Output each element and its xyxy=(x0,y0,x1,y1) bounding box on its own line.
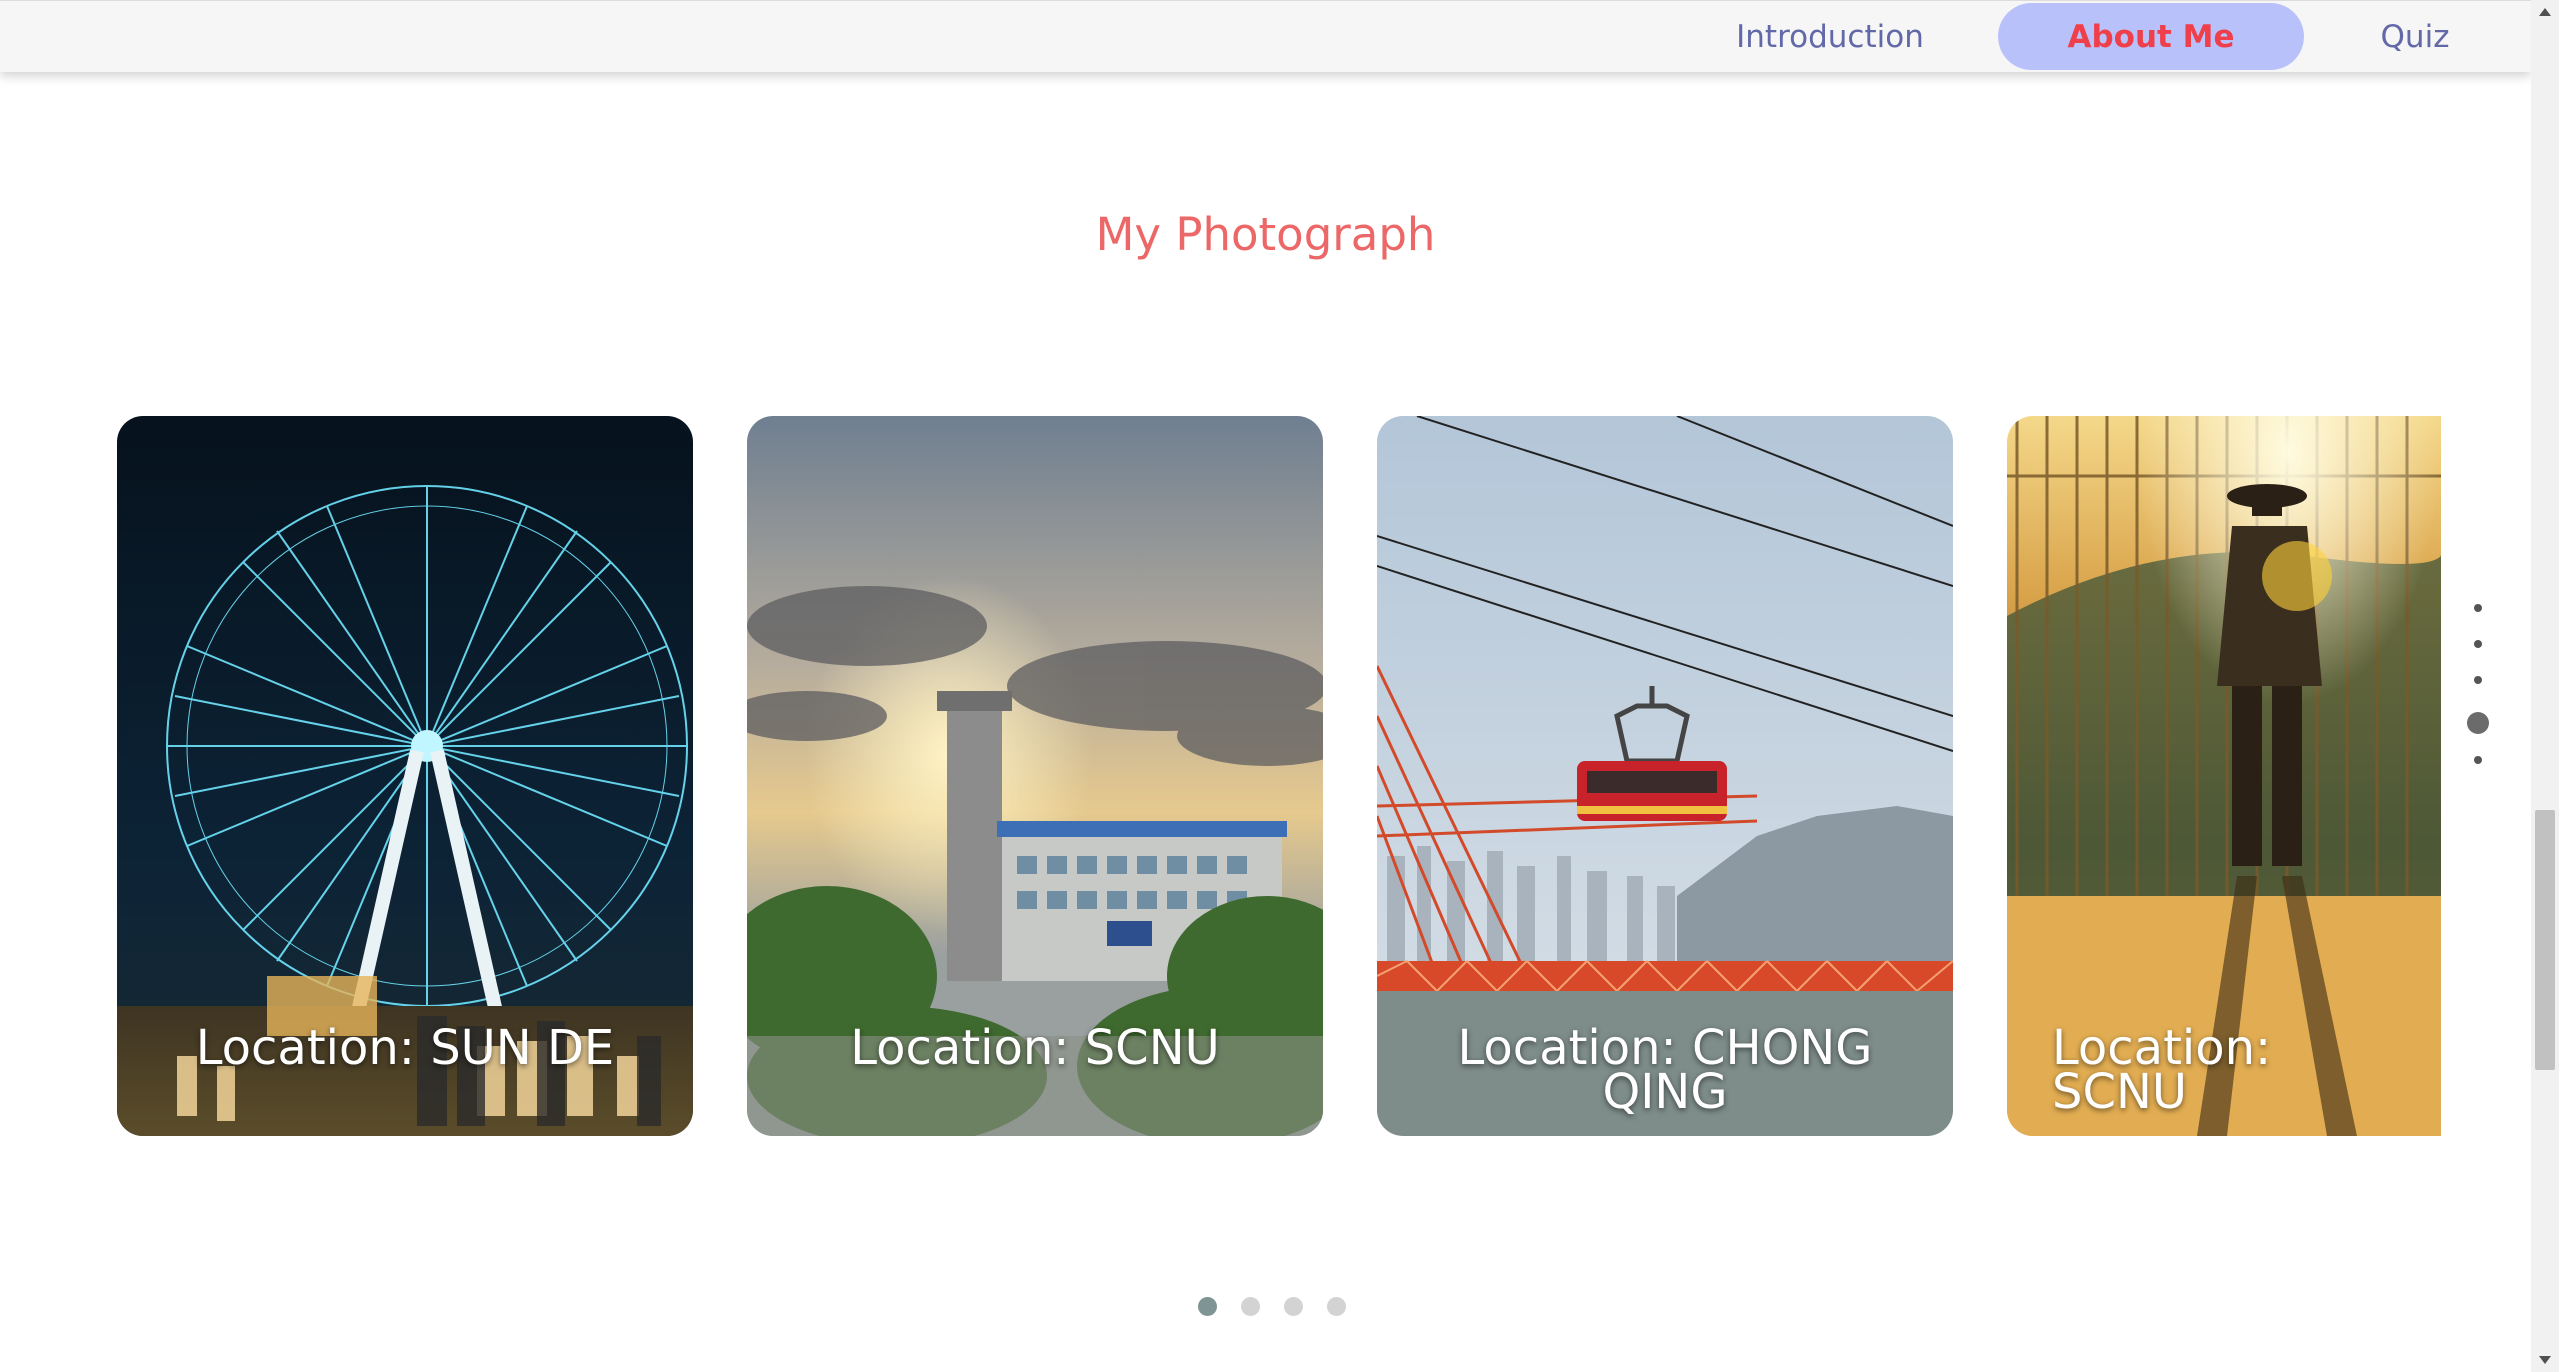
carousel-dot[interactable] xyxy=(1326,1297,1346,1316)
nav-about-me[interactable]: About Me xyxy=(1998,3,2304,70)
section-dot[interactable] xyxy=(2474,676,2482,684)
nav-quiz[interactable]: Quiz xyxy=(2370,3,2460,70)
scroll-down-arrow-icon[interactable] xyxy=(2539,1356,2551,1364)
photo-card-scnu-2[interactable]: Location: SCNU xyxy=(2007,416,2441,1136)
top-nav: Introduction About Me Quiz xyxy=(0,0,2531,72)
section-title: My Photograph xyxy=(1095,208,1436,261)
carousel-pagination xyxy=(0,1297,2531,1316)
section-dot[interactable] xyxy=(2474,604,2482,612)
section-dot[interactable] xyxy=(2474,640,2482,648)
card-caption: Location: SCNU xyxy=(2052,1020,2272,1120)
page-viewport: Introduction About Me Quiz My Photograph xyxy=(0,0,2531,1372)
scroll-up-arrow-icon[interactable] xyxy=(2539,8,2551,16)
nav-introduction[interactable]: Introduction xyxy=(1725,3,1935,70)
section-nav-dots xyxy=(2466,604,2490,792)
carousel-dot[interactable] xyxy=(1283,1297,1303,1316)
photo-card-chongqing[interactable]: Location: CHONG QING xyxy=(1377,416,1953,1136)
photo-card-sunde[interactable]: Location: SUN DE xyxy=(117,416,693,1136)
vertical-scrollbar[interactable] xyxy=(2531,0,2559,1372)
photo-card-scnu[interactable]: Location: SCNU xyxy=(747,416,1323,1136)
carousel-dot[interactable] xyxy=(1240,1297,1260,1316)
card-caption: Location: CHONG QING xyxy=(1457,1020,1873,1120)
scrollbar-thumb[interactable] xyxy=(2535,810,2555,1070)
section-dot[interactable] xyxy=(2474,756,2482,764)
carousel-dot[interactable] xyxy=(1197,1297,1217,1316)
section-dot-active[interactable] xyxy=(2467,712,2489,734)
card-caption: Location: SUN DE xyxy=(195,1020,615,1076)
card-caption: Location: SCNU xyxy=(850,1020,1220,1076)
